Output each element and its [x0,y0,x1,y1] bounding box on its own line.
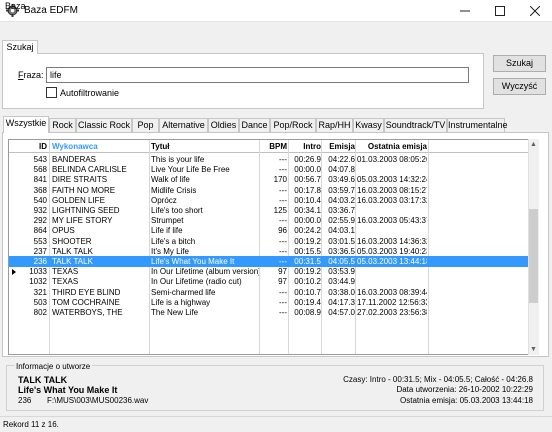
column-header-tytul[interactable]: Tytuł [151,141,259,152]
cell-id: 802 [33,308,47,317]
tab-oldies[interactable]: Oldies [208,118,239,132]
cell-tytul: The New Life [151,308,199,317]
cell-emisja: 04:57.0 [328,308,355,317]
column-header-wykonawca[interactable]: Wykonawca [52,141,148,152]
scroll-up-icon[interactable]: ▲ [530,141,537,149]
tab-rap-hh[interactable]: Rap/HH [316,118,353,132]
tab-kwasy[interactable]: Kwasy [353,118,384,132]
minimize-icon [460,10,470,12]
window-title: Baza EDFM [24,5,78,16]
status-bar [0,416,552,432]
cell-bpm: --- [279,308,287,317]
scroll-down-icon[interactable]: ▼ [530,346,537,354]
record-counter: Rekord 11 z 16. [3,420,59,429]
table-row[interactable]: 802 WATERBOYS, THE The New Life --- 00:08.9 0… [9,307,538,318]
cell-intro: 00:08.9 [294,308,321,317]
column-header-ostatnia-emisja[interactable]: Ostatnia emisja [357,141,427,152]
grid-header: ID Wykonawca Tytuł BPM Intro Emisja Osta… [9,140,538,153]
tab-alternative[interactable]: Alternative [159,118,208,132]
autofilter-label: Autofiltrowanie [60,88,120,98]
tab-szukaj[interactable]: Szukaj [2,40,38,54]
autofilter-checkbox[interactable] [46,87,57,98]
close-button[interactable] [518,0,552,22]
fraza-label: Fraza: [18,70,44,80]
tab-rock[interactable]: Rock [49,118,76,132]
track-title: Life's What You Make It [18,385,118,395]
cell-wykonawca: WATERBOYS, THE [52,308,123,317]
menu-item-baza[interactable]: Baza [5,1,26,11]
results-grid[interactable]: ID Wykonawca Tytuł BPM Intro Emisja Osta… [8,139,539,355]
tab-soundtrack-tv[interactable]: Soundtrack/TV [384,118,447,132]
track-artist: TALK TALK [18,375,68,385]
tab-pop-rock[interactable]: Pop/Rock [270,118,316,132]
track-last-played: Ostatnia emisja: 05.03.2003 13:44:18 [400,396,533,405]
scrollbar-thumb[interactable] [529,209,538,303]
column-header-intro[interactable]: Intro [289,141,321,152]
tab-pop[interactable]: Pop [132,118,159,132]
search-input[interactable]: life [46,67,469,83]
track-info-title: Informacje o utworze [14,362,93,371]
cell-ostatnia-emisja: 27.02.2003 23:56:38 [357,308,427,317]
maximize-button[interactable] [483,0,517,22]
tab-dance[interactable]: Dance [239,118,270,132]
current-row-indicator-icon [12,269,16,275]
tab-instrumentalne[interactable]: Instrumentalne [447,118,508,132]
search-button[interactable]: Szukaj [493,55,546,72]
close-icon [530,6,540,16]
tab-wszystkie[interactable]: Wszystkie [3,116,49,133]
clear-button[interactable]: Wyczyść [493,78,546,95]
track-created-date: Data utworzenia: 26-10-2002 10:22:29 [396,385,533,394]
column-header-emisja[interactable]: Emisja [321,141,355,152]
menu-bar [0,22,552,36]
track-file-path: F:\MUS\003\MUS00236.wav [47,396,149,405]
column-header-bpm[interactable]: BPM [261,141,287,152]
minimize-button[interactable] [448,0,482,22]
tab-classic-rock[interactable]: Classic Rock [76,118,132,132]
track-id: 236 [18,396,32,405]
track-times: Czasy: Intro - 00:31.5; Mix - 04:05.5; C… [343,375,533,384]
column-header-id[interactable]: ID [15,141,47,152]
maximize-icon [495,6,505,16]
